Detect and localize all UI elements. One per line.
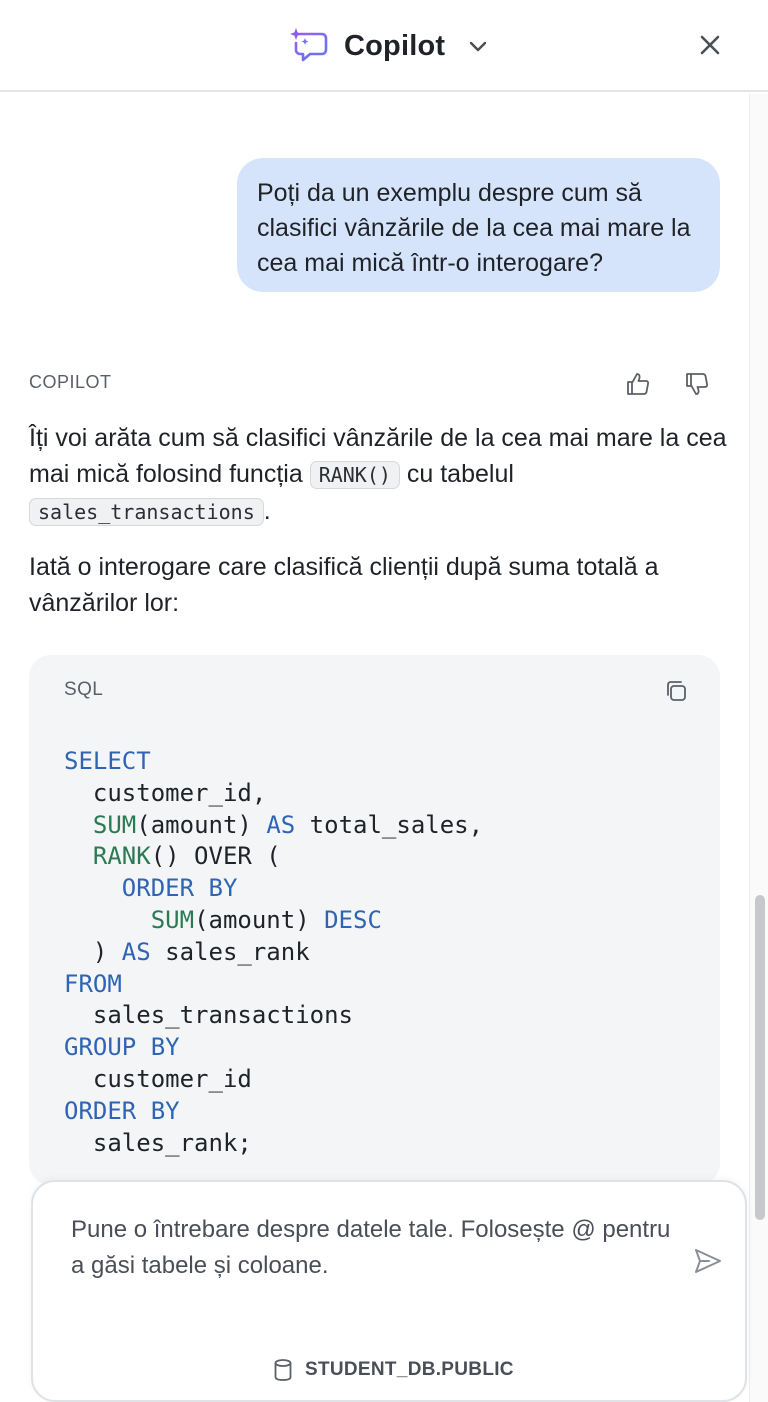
code-token: sales_rank;: [64, 1128, 252, 1157]
code-line: customer_id: [64, 1064, 483, 1096]
user-message-text: Poți da un exemplu despre cum să clasifi…: [257, 179, 691, 277]
copy-code-button[interactable]: [662, 677, 690, 705]
code-token: (amount): [136, 810, 267, 839]
code-token: ): [64, 937, 122, 966]
send-icon: [695, 1249, 721, 1273]
chat-input-placeholder[interactable]: Pune o întrebare despre datele tale. Fol…: [71, 1212, 671, 1284]
close-button[interactable]: [692, 27, 728, 63]
schema-label: STUDENT_DB.PUBLIC: [305, 1359, 514, 1380]
chat-input-box[interactable]: Pune o întrebare despre datele tale. Fol…: [31, 1180, 747, 1402]
inline-code-rank: RANK(): [309, 461, 400, 489]
code-block: SQL SELECT customer_id, SUM(amount) AS t…: [29, 655, 720, 1185]
code-keyword: GROUP BY: [64, 1033, 180, 1062]
code-line: sales_rank;: [64, 1128, 483, 1160]
code-language-label: SQL: [64, 679, 104, 700]
code-token: sales_rank: [150, 937, 310, 966]
code-keyword: ORDER BY: [64, 1096, 180, 1125]
code-line: SUM(amount) DESC: [64, 905, 483, 937]
close-icon: [700, 35, 720, 55]
copy-icon: [667, 681, 686, 701]
code-token: (amount): [194, 905, 325, 934]
send-button[interactable]: [691, 1244, 725, 1278]
assistant-paragraph-query-intro: Iată o interogare care clasifică clienți…: [29, 553, 659, 617]
copilot-panel: Copilot Poți da un exemplu despre cum să…: [0, 0, 768, 1402]
inline-code-table: sales_transactions: [29, 498, 264, 526]
code-keyword: FROM: [64, 969, 122, 998]
code-token: total_sales,: [295, 810, 484, 839]
code-line: SELECT: [64, 746, 483, 778]
thumbs-up-icon: [627, 373, 649, 395]
code-keyword: AS: [266, 810, 296, 839]
chevron-down-icon: [470, 41, 487, 52]
code-line: FROM: [64, 969, 483, 1001]
code-keyword: AS: [121, 937, 151, 966]
thumbs-down-icon: [686, 373, 708, 395]
intro-text-part: cu tabelul: [399, 460, 514, 488]
code-keyword: ORDER BY: [121, 874, 238, 903]
code-function: SUM: [150, 905, 195, 934]
scrollbar-thumb[interactable]: [755, 895, 765, 1220]
code-line: GROUP BY: [64, 1032, 483, 1064]
code-token: sales_transactions: [64, 1001, 353, 1030]
schema-selector[interactable]: STUDENT_DB.PUBLIC: [273, 1358, 514, 1382]
copilot-menu-button[interactable]: Copilot: [288, 24, 489, 68]
code-line: ORDER BY: [64, 873, 483, 905]
assistant-label: COPILOT: [29, 372, 112, 392]
code-line: customer_id,: [64, 778, 483, 810]
code-content: SELECT customer_id, SUM(amount) AS total…: [64, 746, 483, 1159]
code-line: ORDER BY: [64, 1096, 483, 1128]
database-icon: [274, 1359, 292, 1381]
code-token: customer_id: [64, 1064, 252, 1093]
header: Copilot: [0, 0, 768, 92]
code-function: SUM: [92, 810, 137, 839]
user-message-bubble: Poți da un exemplu despre cum să clasifi…: [237, 158, 720, 292]
thumbs-up-button[interactable]: [624, 370, 652, 398]
code-line: RANK() OVER (: [64, 841, 483, 873]
code-line: ) AS sales_rank: [64, 937, 483, 969]
code-line: sales_transactions: [64, 1000, 483, 1032]
thumbs-down-button[interactable]: [683, 370, 711, 398]
code-token: () OVER (: [150, 842, 281, 871]
code-token: customer_id,: [64, 778, 267, 807]
intro-text-part: .: [263, 497, 271, 525]
code-keyword: SELECT: [64, 747, 151, 775]
panel-title: Copilot: [344, 29, 446, 62]
copilot-logo-icon: [290, 28, 328, 62]
code-keyword: DESC: [324, 905, 382, 934]
code-line: SUM(amount) AS total_sales,: [64, 810, 483, 842]
code-function: RANK: [92, 842, 151, 871]
assistant-paragraph-intro: Îți voi arăta cum să clasifici vânzările…: [29, 420, 729, 530]
